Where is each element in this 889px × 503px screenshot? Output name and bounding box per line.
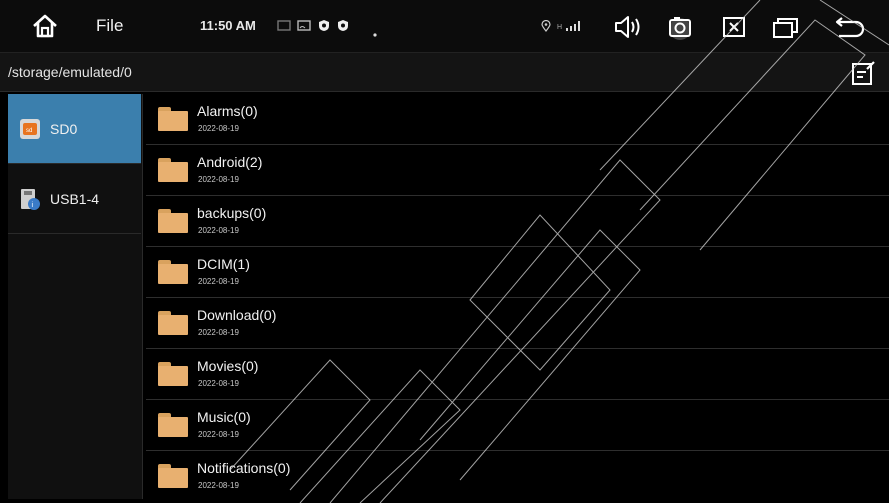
sidebar-item-usb[interactable]: i USB1-4 [8, 164, 141, 234]
path-bar: /storage/emulated/0 [0, 52, 889, 92]
file-name: Android(2) [197, 154, 263, 170]
volume-icon[interactable] [612, 12, 644, 42]
file-date: 2022-08-19 [198, 328, 239, 337]
file-date: 2022-08-19 [198, 124, 239, 133]
folder-icon [158, 311, 188, 335]
sidebar-item-label: USB1-4 [50, 190, 100, 207]
file-date: 2022-08-19 [198, 430, 239, 439]
folder-icon [158, 464, 188, 488]
list-item[interactable]: backups(0) 2022-08-19 [146, 196, 889, 247]
dot-icon [373, 24, 377, 42]
multi-window-icon[interactable] [770, 12, 802, 42]
list-item[interactable]: Movies(0) 2022-08-19 [146, 349, 889, 400]
app-title: File [96, 16, 124, 35]
list-item[interactable]: Notifications(0) 2022-08-19 [146, 451, 889, 503]
folder-icon [158, 260, 188, 284]
file-date: 2022-08-19 [198, 226, 239, 235]
storage-sidebar: sd SD0 i USB1-4 [8, 94, 143, 499]
list-item[interactable]: Alarms(0) 2022-08-19 [146, 94, 889, 145]
file-name: Music(0) [197, 409, 251, 425]
file-name: Movies(0) [197, 358, 259, 374]
edit-icon[interactable] [847, 57, 879, 89]
status-bar: File 11:50 AM H [0, 0, 889, 52]
list-item[interactable]: Download(0) 2022-08-19 [146, 298, 889, 349]
sd-card-icon: sd [18, 117, 42, 141]
list-item[interactable]: DCIM(1) 2022-08-19 [146, 247, 889, 298]
shield-icon [337, 19, 349, 37]
back-icon[interactable] [834, 12, 866, 42]
file-name: DCIM(1) [197, 256, 250, 272]
cast-icon [277, 19, 291, 37]
file-date: 2022-08-19 [198, 379, 239, 388]
svg-text:sd: sd [26, 128, 32, 134]
file-name: backups(0) [197, 205, 267, 221]
list-item[interactable]: Music(0) 2022-08-19 [146, 400, 889, 451]
current-path: /storage/emulated/0 [8, 64, 132, 80]
svg-text:H: H [557, 24, 562, 31]
screenshot-icon[interactable] [664, 12, 696, 42]
screen-icon [297, 19, 311, 37]
file-name: Alarms(0) [197, 103, 258, 119]
folder-icon [158, 413, 188, 437]
folder-icon [158, 209, 188, 233]
close-window-icon[interactable] [718, 12, 750, 42]
usb-icon: i [18, 187, 42, 211]
home-icon[interactable] [30, 12, 60, 40]
sidebar-item-label: SD0 [50, 120, 78, 137]
file-name: Download(0) [197, 307, 277, 323]
file-date: 2022-08-19 [198, 481, 239, 490]
sidebar-item-sd0[interactable]: sd SD0 [8, 94, 141, 164]
file-date: 2022-08-19 [198, 175, 239, 184]
file-name: Notifications(0) [197, 460, 291, 476]
location-icon [541, 19, 551, 37]
folder-icon [158, 158, 188, 182]
folder-icon [158, 107, 188, 131]
signal-icon: H [557, 19, 583, 37]
file-list: Alarms(0) 2022-08-19 Android(2) 2022-08-… [146, 94, 889, 503]
folder-icon [158, 362, 188, 386]
list-item[interactable]: Android(2) 2022-08-19 [146, 145, 889, 196]
file-date: 2022-08-19 [198, 277, 239, 286]
shield-icon [318, 19, 330, 37]
clock: 11:50 AM [200, 18, 256, 33]
